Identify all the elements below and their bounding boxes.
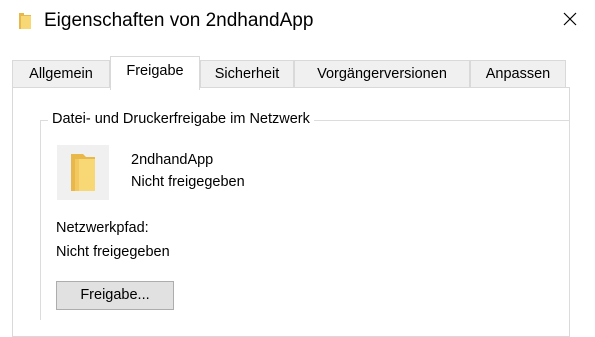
folder-icon	[18, 12, 32, 30]
tab-label: Freigabe	[126, 63, 184, 79]
share-status: Nicht freigegeben	[131, 174, 245, 190]
tab-freigabe[interactable]: Freigabe	[110, 56, 200, 90]
tab-label: Anpassen	[485, 66, 551, 82]
network-path-label: Netzwerkpfad:	[56, 220, 149, 236]
tab-allgemein[interactable]: Allgemein	[12, 60, 110, 87]
tab-sicherheit[interactable]: Sicherheit	[200, 60, 294, 87]
tab-anpassen[interactable]: Anpassen	[470, 60, 566, 87]
tab-label: Vorgängerversionen	[317, 66, 447, 82]
close-button[interactable]	[555, 8, 585, 34]
properties-window: Eigenschaften von 2ndhandApp Allgemein F…	[0, 0, 595, 337]
title-bar: Eigenschaften von 2ndhandApp	[0, 0, 595, 44]
tab-label: Sicherheit	[214, 66, 280, 82]
close-icon	[562, 11, 578, 32]
share-button[interactable]: Freigabe...	[56, 281, 174, 310]
network-path-value: Nicht freigegeben	[56, 244, 170, 260]
folder-icon	[57, 145, 109, 200]
tab-label: Allgemein	[29, 66, 93, 82]
tab-vorgaengerversionen[interactable]: Vorgängerversionen	[294, 60, 470, 87]
groupbox-title: Datei- und Druckerfreigabe im Netzwerk	[48, 108, 314, 130]
folder-name: 2ndhandApp	[131, 152, 214, 168]
window-title: Eigenschaften von 2ndhandApp	[44, 10, 314, 31]
